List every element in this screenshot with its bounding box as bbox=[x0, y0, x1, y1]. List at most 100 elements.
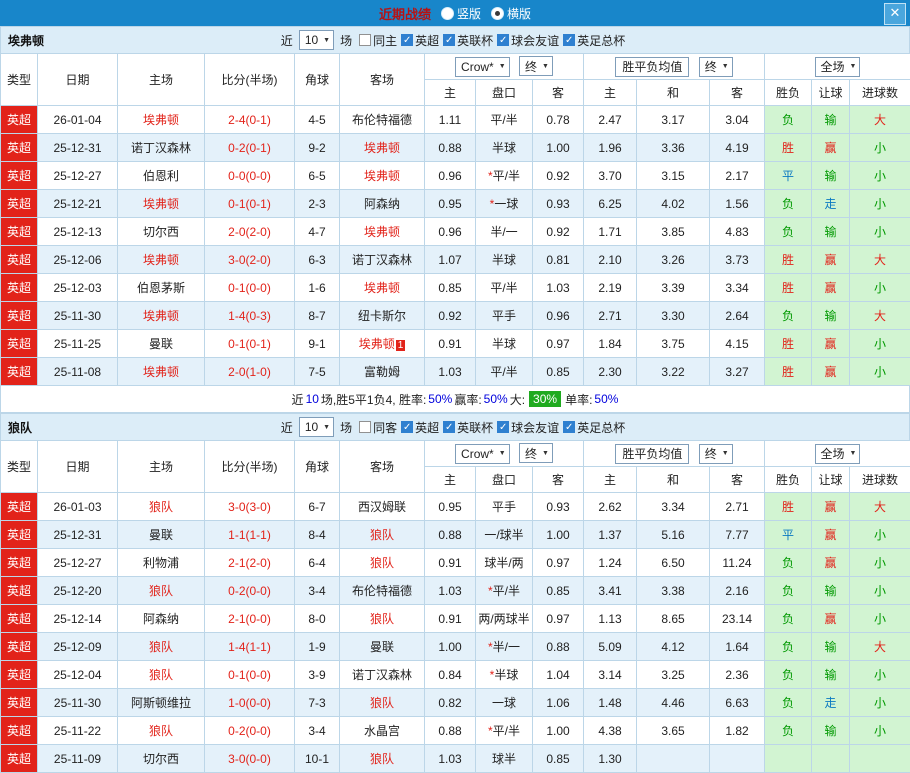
odds-away-win: 1.64 bbox=[710, 633, 765, 661]
filter-checkbox-1[interactable]: ✓英超 bbox=[401, 32, 439, 49]
league-badge: 英超 bbox=[1, 302, 38, 330]
ah-home-odds: 0.91 bbox=[425, 605, 476, 633]
league-badge: 英超 bbox=[1, 358, 38, 386]
ah-line: 平手 bbox=[476, 493, 533, 521]
odds-away-win: 2.36 bbox=[710, 661, 765, 689]
filter-checkbox-0[interactable]: 同客 bbox=[359, 419, 397, 436]
odds-home-win: 2.30 bbox=[584, 358, 637, 386]
corners: 8-0 bbox=[295, 605, 340, 633]
odds-draw: 8.65 bbox=[637, 605, 710, 633]
close-icon[interactable]: ✕ bbox=[884, 3, 906, 25]
match-row: 英超25-11-30埃弗顿1-4(0-3)8-7纽卡斯尔0.92平手0.962.… bbox=[1, 302, 910, 330]
ah-time-select[interactable]: 终▼ bbox=[519, 56, 553, 76]
match-date: 25-12-27 bbox=[38, 162, 118, 190]
checkbox-label: 英联杯 bbox=[457, 419, 493, 436]
match-date: 25-12-31 bbox=[38, 521, 118, 549]
match-row: 英超25-12-21埃弗顿0-1(0-1)2-3阿森纳0.95*一球0.936.… bbox=[1, 190, 910, 218]
bookmaker-select[interactable]: Crow*▼ bbox=[455, 57, 510, 77]
filter-checkbox-3[interactable]: ✓球会友谊 bbox=[497, 419, 559, 436]
col-ah-away: 客 bbox=[533, 80, 584, 106]
recent-count-select[interactable]: 10▼ bbox=[299, 30, 334, 50]
recent-results-dialog: 近期战绩 竖版 横版 ✕ 埃弗顿 近 10▼ 场 同主✓英超✓英联杯✓球会友谊✓… bbox=[0, 0, 910, 773]
corners: 4-7 bbox=[295, 218, 340, 246]
ah-time-select[interactable]: 终▼ bbox=[519, 443, 553, 463]
goals-result-badge: 小 bbox=[850, 549, 910, 577]
corners: 3-4 bbox=[295, 577, 340, 605]
ah-line: 一/球半 bbox=[476, 521, 533, 549]
star-mark: * bbox=[490, 197, 495, 211]
corners: 7-3 bbox=[295, 689, 340, 717]
summary-segment: 赢率: bbox=[454, 391, 481, 408]
col-ah-line: 盘口 bbox=[476, 467, 533, 493]
odds-draw: 3.17 bbox=[637, 106, 710, 134]
odds-home-win: 1.96 bbox=[584, 134, 637, 162]
col-ah-home: 主 bbox=[425, 467, 476, 493]
odds-away-win: 6.63 bbox=[710, 689, 765, 717]
away-team: 狼队 bbox=[340, 745, 425, 773]
bookmaker-select[interactable]: Crow*▼ bbox=[455, 444, 510, 464]
handicap-result-badge: 输 bbox=[812, 633, 850, 661]
odds-time-select[interactable]: 终▼ bbox=[699, 444, 733, 464]
filter-checkbox-4[interactable]: ✓英足总杯 bbox=[563, 419, 625, 436]
layout-radio-vertical[interactable]: 竖版 bbox=[441, 5, 481, 22]
ah-home-odds: 0.88 bbox=[425, 134, 476, 162]
ah-away-odds: 0.97 bbox=[533, 605, 584, 633]
match-row: 英超25-11-08埃弗顿2-0(1-0)7-5富勒姆1.03平/半0.852.… bbox=[1, 358, 910, 386]
odds-away-win bbox=[710, 745, 765, 773]
summary-segment: 单率: bbox=[565, 391, 592, 408]
ah-home-odds: 0.95 bbox=[425, 493, 476, 521]
odds-draw: 3.38 bbox=[637, 577, 710, 605]
ah-line: 一球 bbox=[476, 689, 533, 717]
filter-checkbox-0[interactable]: 同主 bbox=[359, 32, 397, 49]
odds-average-button[interactable]: 胜平负均值 bbox=[615, 57, 689, 77]
result-badge: 负 bbox=[765, 190, 812, 218]
odds-draw: 3.75 bbox=[637, 330, 710, 358]
home-team: 埃弗顿 bbox=[118, 106, 205, 134]
corners: 6-4 bbox=[295, 549, 340, 577]
odds-average-button[interactable]: 胜平负均值 bbox=[615, 444, 689, 464]
scope-select[interactable]: 全场▼ bbox=[815, 444, 861, 464]
goals-result-badge: 大 bbox=[850, 246, 910, 274]
match-score: 2-4(0-1) bbox=[205, 106, 295, 134]
match-row: 英超25-12-31曼联1-1(1-1)8-4狼队0.88一/球半1.001.3… bbox=[1, 521, 910, 549]
matches-tbody: 英超26-01-03狼队3-0(3-0)6-7西汉姆联0.95平手0.932.6… bbox=[1, 493, 910, 773]
filter-checkbox-2[interactable]: ✓英联杯 bbox=[443, 419, 493, 436]
odds-draw: 3.34 bbox=[637, 493, 710, 521]
filter-checkbox-1[interactable]: ✓英超 bbox=[401, 419, 439, 436]
result-badge: 胜 bbox=[765, 493, 812, 521]
away-team: 狼队 bbox=[340, 549, 425, 577]
layout-radio-horizontal[interactable]: 横版 bbox=[491, 5, 531, 22]
checkbox-checked-icon: ✓ bbox=[443, 421, 455, 433]
match-score: 0-2(0-1) bbox=[205, 134, 295, 162]
goals-result-badge: 小 bbox=[850, 218, 910, 246]
odds-time-select[interactable]: 终▼ bbox=[699, 57, 733, 77]
handicap-result-badge: 赢 bbox=[812, 246, 850, 274]
filter-checkbox-4[interactable]: ✓英足总杯 bbox=[563, 32, 625, 49]
ah-away-odds: 1.04 bbox=[533, 661, 584, 689]
col-home: 主场 bbox=[118, 441, 205, 493]
league-badge: 英超 bbox=[1, 218, 38, 246]
corners: 2-3 bbox=[295, 190, 340, 218]
odds-draw: 4.46 bbox=[637, 689, 710, 717]
home-team: 切尔西 bbox=[118, 745, 205, 773]
radio-unchecked-icon bbox=[441, 7, 454, 20]
odds-controls: 胜平负均值 终▼ bbox=[584, 54, 765, 80]
odds-draw: 3.65 bbox=[637, 717, 710, 745]
goals-result-badge: 小 bbox=[850, 577, 910, 605]
star-mark: * bbox=[488, 584, 493, 598]
recent-count-select[interactable]: 10▼ bbox=[299, 417, 334, 437]
chevron-down-icon: ▼ bbox=[323, 424, 330, 431]
team-section-header: 埃弗顿 近 10▼ 场 同主✓英超✓英联杯✓球会友谊✓英足总杯 bbox=[0, 26, 910, 53]
filter-checkbox-3[interactable]: ✓球会友谊 bbox=[497, 32, 559, 49]
checkbox-checked-icon: ✓ bbox=[497, 421, 509, 433]
match-date: 26-01-03 bbox=[38, 493, 118, 521]
match-row: 英超25-11-09切尔西3-0(0-0)10-1狼队1.03球半0.851.3… bbox=[1, 745, 910, 773]
summary-bar: 近10场,胜5平1负4, 胜率:50% 赢率:50% 大:30% 单率:50% bbox=[0, 386, 910, 413]
ah-home-odds: 0.95 bbox=[425, 190, 476, 218]
league-filter-checkboxes: 同主✓英超✓英联杯✓球会友谊✓英足总杯 bbox=[359, 32, 629, 49]
scope-select[interactable]: 全场▼ bbox=[815, 57, 861, 77]
goals-result-badge: 小 bbox=[850, 717, 910, 745]
odds-home-win: 1.37 bbox=[584, 521, 637, 549]
filter-checkbox-2[interactable]: ✓英联杯 bbox=[443, 32, 493, 49]
checkbox-label: 英足总杯 bbox=[577, 419, 625, 436]
